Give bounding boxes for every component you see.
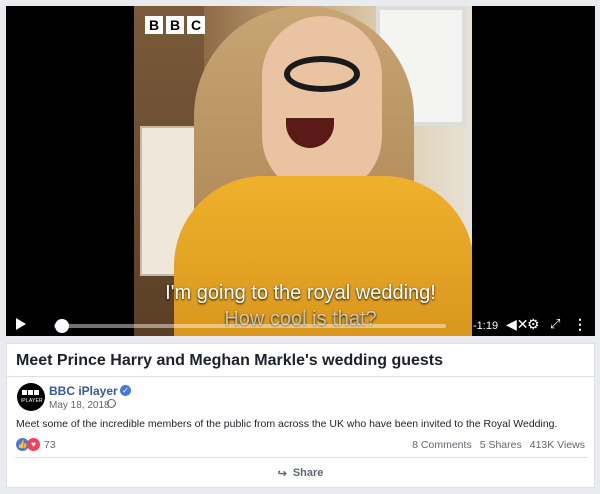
avatar-label: iPLAYER [21,398,43,404]
globe-icon [107,399,116,408]
bbc-logo-letter: B [145,16,163,34]
engagement-stats: 8 Comments 5 Shares 413K Views [412,439,585,451]
avatar-logo [22,390,39,395]
share-label: Share [292,467,324,479]
post-date[interactable]: May 18, 2018 · [49,400,116,411]
subtitle-line-1: I'm going to the royal wedding! [165,282,436,304]
video-controls: -1:19 ◀✕ ⚙ ⤢ ⋮ [6,310,595,336]
post-description: Meet some of the incredible members of t… [16,418,558,430]
page-name-link[interactable]: BBC iPlayer [49,384,118,398]
person-glasses [284,56,360,92]
reactions-count: 73 [44,438,56,451]
verified-icon: ✓ [120,385,131,396]
share-icon: ↪ [277,467,287,480]
video-title[interactable]: Meet Prince Harry and Meghan Markle's we… [16,352,443,370]
gear-icon[interactable]: ⚙ [527,316,540,332]
bbc-logo-letter: C [187,16,205,34]
fullscreen-icon[interactable]: ⤢ [550,316,560,332]
share-button[interactable]: ↪ Share [7,458,594,488]
bbc-logo-letter: B [166,16,184,34]
love-icon: ♥ [27,438,40,451]
more-options-icon[interactable]: ⋮ [573,316,587,332]
play-icon[interactable] [16,318,26,330]
progress-bar[interactable] [54,324,446,328]
video-player[interactable]: B B C I'm going to the royal wedding! Ho… [6,6,595,336]
shares-count-link[interactable]: 5 Shares [480,439,522,451]
reactions-summary[interactable]: 👍 ♥ 73 [16,438,56,451]
avatar[interactable]: iPLAYER [17,383,45,411]
progress-handle[interactable] [54,319,69,333]
comments-count-link[interactable]: 8 Comments [412,439,472,451]
views-count: 413K Views [529,439,585,451]
time-remaining: -1:19 [473,320,499,332]
person-face [262,16,382,196]
volume-muted-icon[interactable]: ◀✕ [506,316,529,332]
divider [7,376,594,377]
bbc-logo: B B C [145,16,205,34]
post-card: Meet Prince Harry and Meghan Markle's we… [6,343,595,488]
